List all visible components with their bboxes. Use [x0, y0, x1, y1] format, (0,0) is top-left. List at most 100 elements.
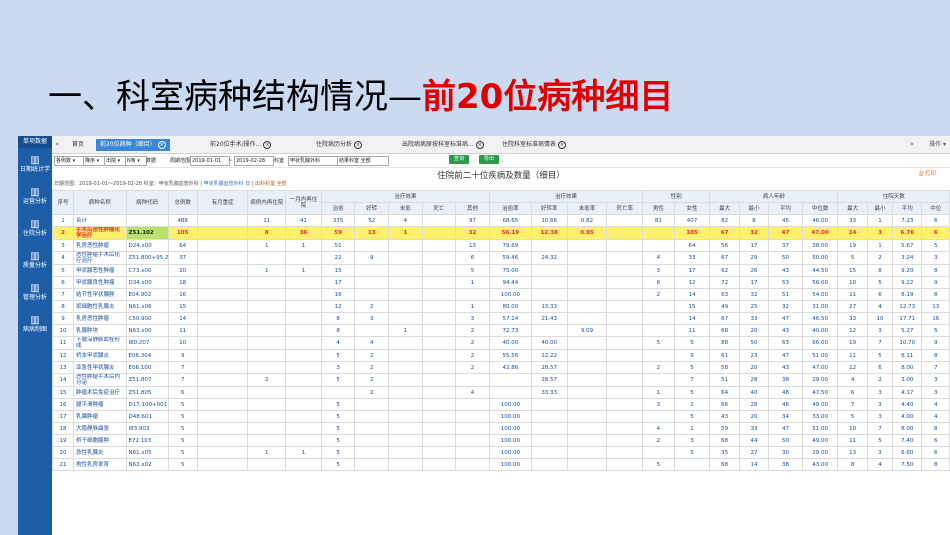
th-7[interactable]: 一月内再住院 — [285, 190, 322, 215]
th-25[interactable]: 平均 — [892, 202, 923, 215]
table-row[interactable]: 19 桥干细胞腺肿 E72.103 5 5 100.00 2 3 68 44 50 49.00 11 5 7… — [52, 434, 950, 447]
sidebar-item-6[interactable]: ▥ 病病制图 — [18, 308, 52, 340]
th-9[interactable]: 好转 — [354, 202, 389, 215]
table-row[interactable]: 16 腿平滑肿瘤 D17.100+001 5 5 100.00 3 2 66 28 46 49.00 7… — [52, 398, 950, 411]
table-cell: 2 — [455, 349, 490, 362]
th-20[interactable]: 最小 — [738, 202, 770, 215]
close-tab-icon[interactable]: × — [558, 140, 567, 149]
th-18[interactable]: 女性 — [673, 202, 711, 215]
table-cell — [606, 239, 644, 252]
th-5[interactable]: 有月重症 — [196, 190, 249, 215]
th-12[interactable]: 其他 — [455, 202, 490, 215]
table-cell — [387, 288, 423, 301]
table-row[interactable]: 18 大隐静脉曲张 I83.903 5 5 100.00 4 1 59 33 47 51.00 10 7 8… — [52, 422, 950, 435]
table-row[interactable]: 9 乳房恶性肿瘤 C50.900 14 8 3 3 57.14 21.43 14 67 33 47 46.… — [52, 312, 950, 325]
group-header-age: 病人年龄 — [709, 190, 839, 203]
tab-3[interactable]: 前20位手术/操作... × — [206, 139, 275, 151]
table-row[interactable]: 8 浆细胞性乳腺炎 N61.x06 15 12 2 1 80.00 13.33 15 49 25 32 3… — [52, 300, 950, 313]
table-cell — [606, 300, 644, 313]
sort-select[interactable]: 各例数 ▾ — [54, 156, 84, 166]
th-10[interactable]: 未愈 — [387, 202, 423, 215]
th-22[interactable]: 中位数 — [801, 202, 839, 215]
th-8[interactable]: 治愈 — [320, 202, 356, 215]
th-1[interactable]: 序号 — [52, 190, 74, 215]
table-cell: 68 — [709, 458, 740, 471]
table-cell — [387, 312, 423, 325]
group-select[interactable]: 结果科室 全部 — [337, 156, 389, 166]
sidebar-item-3[interactable]: ▥ 住院分析 — [18, 212, 52, 244]
rank-select[interactable]: N条 ▾ — [125, 156, 147, 166]
table-row[interactable]: 20 急性乳腺炎 N61.x05 5 1 1 5 100.00 5 35 27 30 29.00 13 3 6… — [52, 446, 950, 459]
table-row[interactable]: 1 合计 488 11 41 335 52 4 97 68.65 10.66 0.82 81 407 82 8… — [52, 214, 950, 227]
export-button[interactable]: 导出 — [479, 155, 500, 164]
dept-select[interactable]: 甲状乳腺外科 — [288, 156, 338, 166]
tab-scroll-right-icon[interactable]: » — [910, 136, 914, 153]
operations-dropdown[interactable]: 操作 ▾ — [929, 136, 946, 153]
date-to-input[interactable]: 2019-02-28 — [234, 156, 274, 166]
table-row[interactable]: 11 下肢深静脉血栓形成 I80.207 10 4 4 2 40.00 40.00 5 5 88 50 6… — [52, 336, 950, 350]
table-row[interactable]: 14 恶性肿瘤手术后内分泌 Z51.807 7 2 5 2 28.57 7 51 28 38 29.00… — [52, 373, 950, 387]
table-row[interactable]: 4 恶性肿瘤手术后化疗治疗 Z51.800+95.2 37 22 9 6 59.46 24.32… — [52, 251, 950, 265]
order-select[interactable]: 降序 ▾ — [83, 156, 105, 166]
table-row[interactable]: 7 结节性甲状腺肿 E04.902 16 16 100.00 2 14 63 32 51 54.00 1… — [52, 288, 950, 301]
table-row[interactable]: 17 乳腺肿瘤 D48.601 5 5 100.00 5 43 20 34 33.00 5 3 4.00 4 — [52, 410, 950, 423]
table-cell: 17 — [738, 239, 770, 252]
th-23[interactable]: 最大 — [837, 202, 868, 215]
tab-5[interactable]: 出院病病原按科室标准病... × — [398, 139, 488, 151]
table-row[interactable]: 12 桥本甲状腺炎 E06.304 9 5 2 2 55.56 22.22 9 61 23 47 51.0… — [52, 349, 950, 362]
table-cell: 58 — [709, 361, 740, 374]
table-cell — [196, 288, 249, 301]
table-row[interactable]: 21 男性乳房发育 N62.x02 5 5 100.00 5 68 14 38 43.00 8 4 7.5… — [52, 458, 950, 471]
table-cell — [285, 373, 322, 387]
table-cell: 7 — [52, 288, 74, 301]
th-13[interactable]: 治愈率 — [488, 202, 532, 215]
table-cell: 54.00 — [801, 288, 839, 301]
metric-select[interactable]: 出院 ▾ — [104, 156, 126, 166]
th-16[interactable]: 死亡率 — [606, 202, 644, 215]
date-from-input[interactable]: 2019-01-01 — [190, 156, 230, 166]
th-3[interactable]: 病种代码 — [125, 190, 169, 215]
table-row[interactable]: 2 手术后恶性肿瘤化学治疗 Z51.102 105 8 36 59 13 1 32 56.19 12.… — [52, 226, 950, 240]
sidebar-item-5[interactable]: ▥ 管理分析 — [18, 276, 52, 308]
close-tab-icon[interactable]: × — [475, 140, 484, 149]
print-button[interactable]: ⎙ 打印 — [919, 169, 936, 178]
th-21[interactable]: 平均 — [768, 202, 803, 215]
table-cell: 7 — [866, 336, 894, 350]
th-26[interactable]: 中位 — [921, 202, 950, 215]
close-tab-icon[interactable]: × — [354, 140, 363, 149]
sidebar-item-4[interactable]: ▥ 质量分析 — [18, 244, 52, 276]
tab-2[interactable]: 前20位病种（细目） × — [96, 139, 170, 151]
th-2[interactable]: 病种名称 — [73, 190, 127, 215]
sidebar-item-1[interactable]: ▥ 日期统计学 — [18, 148, 52, 180]
table-cell — [247, 434, 287, 447]
th-15[interactable]: 未愈率 — [566, 202, 608, 215]
table-cell: 5 — [642, 336, 675, 350]
sidebar-item-2[interactable]: ▥ 运营分析 — [18, 180, 52, 212]
table-row[interactable]: 3 乳房恶性肿瘤 D24.x00 64 1 1 51 13 79.69 64 56 17 37 38.00… — [52, 239, 950, 252]
table-row[interactable]: 13 亚急性甲状腺炎 E06.100 7 3 2 2 42.86 28.57 2 5 58 20 43 47… — [52, 361, 950, 374]
table-row[interactable]: 10 乳腺肿块 N63.x00 11 8 1 2 72.73 9.09 11 68 20 43 40.00… — [52, 324, 950, 337]
close-tab-icon[interactable]: × — [157, 140, 166, 149]
table-row[interactable]: 6 甲状腺良性肿瘤 D34.x00 18 17 1 94.44 6 12 72 17 53 56.00 1… — [52, 276, 950, 289]
sidebar-brand: 单项数据 — [18, 136, 52, 148]
th-14[interactable]: 好转率 — [530, 202, 568, 215]
table-cell — [455, 398, 490, 411]
th-24[interactable]: 最小 — [866, 202, 894, 215]
table-row[interactable]: 15 肿瘤术后免疫治疗 Z51.805 6 2 4 33.33 1 5 64 40 48 47.50 6 3… — [52, 386, 950, 399]
tab-1[interactable]: 首页 — [68, 139, 88, 151]
search-button[interactable]: 查询 — [449, 155, 470, 164]
tab-4[interactable]: 住院病历分析 × — [312, 139, 366, 151]
table-cell: 38 — [768, 458, 803, 471]
close-tab-icon[interactable]: × — [263, 140, 272, 149]
th-6[interactable]: 病例内再住院 — [247, 190, 287, 215]
tab-6[interactable]: 住院科室标准病情表 × — [498, 139, 570, 151]
th-17[interactable]: 男性 — [642, 202, 675, 215]
th-4[interactable]: 总例数 — [167, 190, 198, 215]
table-row[interactable]: 5 甲状腺恶性肿瘤 C73.x00 20 1 1 15 5 75.00 3 17 62 26 43 44.5… — [52, 264, 950, 277]
filter-summary: 日期范围：2019-01-01～2019-02-28 科室：甲状乳腺血管外科 |… — [54, 181, 287, 187]
table-cell: 82 — [709, 214, 740, 227]
th-19[interactable]: 最大 — [709, 202, 740, 215]
table-cell: 488 — [167, 214, 198, 227]
th-11[interactable]: 死亡 — [421, 202, 457, 215]
tab-scroll-left-icon[interactable]: « — [55, 136, 59, 153]
